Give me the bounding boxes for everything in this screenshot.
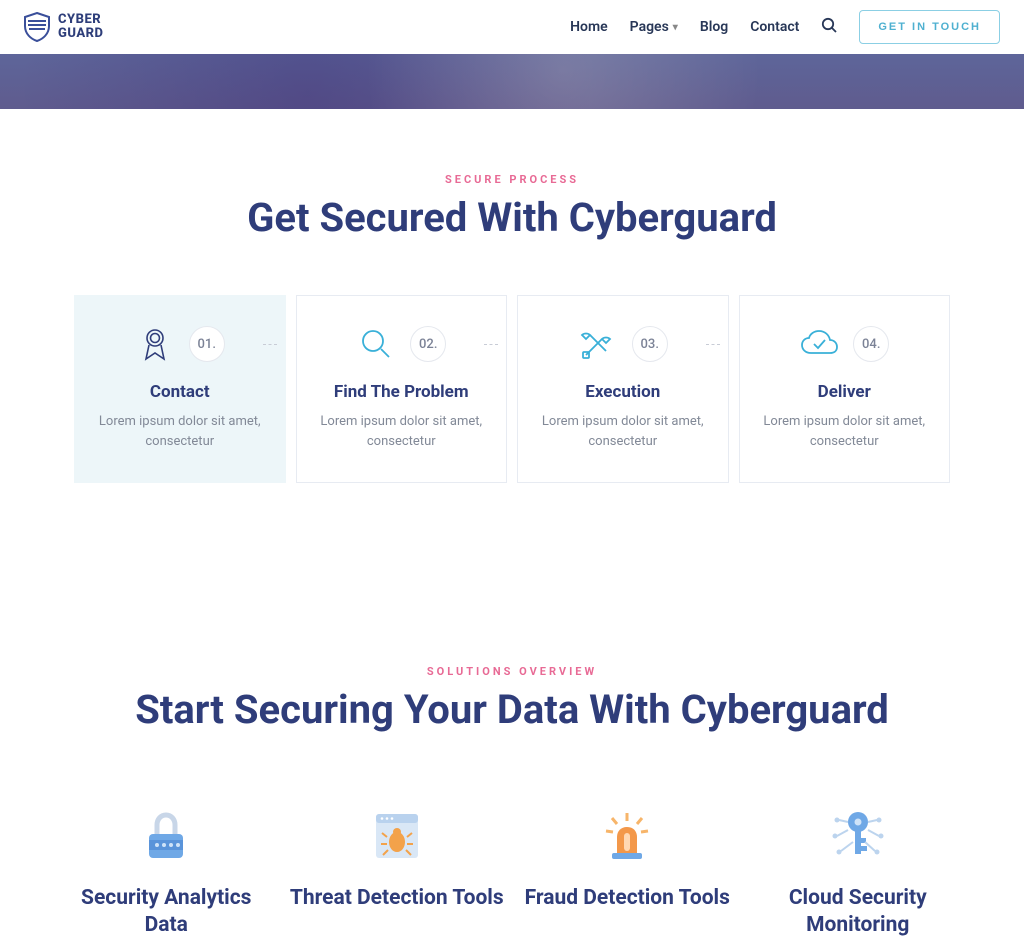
process-title: Get Secured With Cyberguard: [0, 194, 1024, 241]
solutions-grid: Security Analytics Data T: [0, 733, 1024, 938]
shield-icon: [24, 12, 50, 42]
process-step-contact[interactable]: 01. Contact Lorem ipsum dolor sit amet, …: [74, 295, 286, 483]
nav-blog[interactable]: Blog: [700, 19, 728, 35]
brand-text: CYBER GUARD: [58, 13, 103, 40]
solution-title: Cloud Security Monitoring: [750, 885, 967, 938]
step-title: Execution: [538, 382, 708, 402]
get-in-touch-button[interactable]: GET IN TOUCH: [859, 10, 1000, 44]
solution-security-analytics[interactable]: Security Analytics Data: [58, 805, 275, 938]
solution-title: Security Analytics Data: [58, 885, 275, 938]
bug-window-icon: [289, 805, 506, 867]
solution-title: Fraud Detection Tools: [519, 885, 736, 911]
step-desc: Lorem ipsum dolor sit amet, consectetur: [760, 412, 930, 452]
site-header: CYBER GUARD Home Pages ▾ Blog Contact GE…: [0, 0, 1024, 54]
chevron-down-icon: ▾: [673, 22, 678, 33]
cloud-check-icon: [799, 324, 839, 364]
step-title: Find The Problem: [317, 382, 487, 402]
hero-banner: [0, 54, 1024, 109]
step-number: 01.: [189, 326, 225, 362]
nav-contact[interactable]: Contact: [750, 19, 799, 35]
ribbon-icon: [135, 324, 175, 364]
solution-cloud-security[interactable]: Cloud Security Monitoring: [750, 805, 967, 938]
process-eyebrow: SECURE PROCESS: [0, 173, 1024, 186]
solution-fraud-detection[interactable]: Fraud Detection Tools: [519, 805, 736, 938]
step-title: Contact: [95, 382, 265, 402]
process-step-find-problem[interactable]: 02. Find The Problem Lorem ipsum dolor s…: [296, 295, 508, 483]
nav-pages[interactable]: Pages ▾: [630, 19, 678, 35]
search-icon[interactable]: [821, 17, 837, 37]
key-network-icon: [750, 805, 967, 867]
brand-line2: GUARD: [58, 27, 103, 41]
step-title: Deliver: [760, 382, 930, 402]
solutions-section: SOLUTIONS OVERVIEW Start Securing Your D…: [0, 483, 1024, 938]
nav-pages-label: Pages: [630, 19, 669, 35]
step-desc: Lorem ipsum dolor sit amet, consectetur: [317, 412, 487, 452]
brand-line1: CYBER: [58, 13, 103, 27]
solutions-title: Start Securing Your Data With Cyberguard: [0, 686, 1024, 733]
nav-home[interactable]: Home: [570, 19, 608, 35]
step-number: 02.: [410, 326, 446, 362]
primary-nav: Home Pages ▾ Blog Contact GET IN TOUCH: [570, 10, 1000, 44]
step-desc: Lorem ipsum dolor sit amet, consectetur: [538, 412, 708, 452]
solution-title: Threat Detection Tools: [289, 885, 506, 911]
solution-threat-detection[interactable]: Threat Detection Tools: [289, 805, 506, 938]
tools-icon: [578, 324, 618, 364]
step-number: 04.: [853, 326, 889, 362]
process-step-deliver[interactable]: 04. Deliver Lorem ipsum dolor sit amet, …: [739, 295, 951, 483]
brand-logo[interactable]: CYBER GUARD: [24, 12, 103, 42]
process-section: SECURE PROCESS Get Secured With Cybergua…: [0, 109, 1024, 483]
process-heading: SECURE PROCESS Get Secured With Cybergua…: [0, 109, 1024, 241]
solutions-heading: SOLUTIONS OVERVIEW Start Securing Your D…: [0, 601, 1024, 733]
process-step-execution[interactable]: 03. Execution Lorem ipsum dolor sit amet…: [517, 295, 729, 483]
step-desc: Lorem ipsum dolor sit amet, consectetur: [95, 412, 265, 452]
siren-icon: [519, 805, 736, 867]
magnifier-icon: [356, 324, 396, 364]
lock-icon: [58, 805, 275, 867]
process-steps: 01. Contact Lorem ipsum dolor sit amet, …: [0, 241, 1024, 483]
step-number: 03.: [632, 326, 668, 362]
solutions-eyebrow: SOLUTIONS OVERVIEW: [0, 665, 1024, 678]
